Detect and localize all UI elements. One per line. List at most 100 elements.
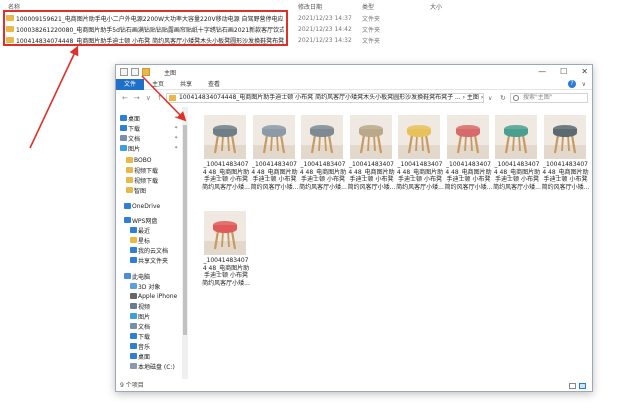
folder-icon [120,145,127,151]
maximize-button[interactable]: ☐ [560,67,567,76]
image-file-tile[interactable]: _100414834074 48_电商图片助手迪士顿 小布凳 简约风客厅小矮..… [493,115,541,205]
details-view-button[interactable] [569,383,576,389]
minimize-button[interactable]: — [538,67,546,76]
sidebar-item[interactable]: 3D 对象 [116,281,182,291]
close-button[interactable]: ✕ [581,67,588,76]
scrollbar-thumb[interactable] [183,125,187,335]
sidebar-item[interactable]: 文档 [116,321,182,331]
sidebar-item[interactable]: 此电脑 [116,271,182,281]
window-title: 主图 [164,70,177,77]
sidebar-item[interactable]: WPS网盘 [116,215,182,225]
image-thumbnail [204,211,246,255]
folder-icon [120,135,127,141]
new-folder-icon[interactable] [131,68,139,76]
image-thumbnail [252,115,295,159]
stool-icon [252,115,295,159]
column-date[interactable]: 修改日期 [298,2,322,11]
folder-icon [130,343,137,349]
sidebar-item-label: 下载 [138,333,151,341]
refresh-button[interactable]: ↻ [500,94,506,102]
address-dropdown-button[interactable]: ∨ [488,95,492,102]
sidebar-scrollbar[interactable] [182,107,188,379]
tab-view[interactable]: 查看 [200,79,228,90]
sidebar-item[interactable]: 共享文件夹 [116,255,182,265]
forward-button[interactable]: → [134,94,140,102]
sidebar-item-label: 我的云文档 [138,247,169,255]
sidebar-item[interactable]: 下载 ✦ [116,123,182,133]
sidebar-item[interactable]: 本地磁盘 (C:) [116,361,182,371]
sidebar-item[interactable]: 图片 ✦ [116,143,182,153]
tab-home[interactable]: 主页 [144,79,172,90]
file-name: _100414834074 48_电商图片助手迪士顿 小布凳 简约风客厅小矮..… [444,161,493,191]
ribbon-tabs: 文件 主页 共享 查看 ? ∨ [116,78,592,90]
sidebar-item[interactable]: 我的云文档 [116,245,182,255]
sidebar-item[interactable]: OneDrive [116,201,182,211]
pin-icon: ✦ [174,135,179,141]
image-file-tile[interactable]: _100414834074 48_电商图片助手迪士顿 小布凳 简约风客厅小矮..… [202,115,250,205]
sidebar-item-label: Apple iPhone [138,292,178,300]
image-file-tile[interactable]: _100414834074 48_电商图片助手迪士顿 小布凳 简约风客厅小矮..… [542,115,590,205]
image-thumbnail [349,115,392,159]
explorer-window: 主图 — ☐ ✕ 文件 主页 共享 查看 ? ∨ ← → ∨ ↑ 1004148… [115,64,593,392]
sidebar-item-label: 图片 [138,313,151,321]
stool-icon [204,115,246,159]
folder-icon [120,125,127,131]
properties-icon[interactable] [120,68,128,76]
sidebar-item[interactable]: 视频下载 [116,165,182,175]
image-file-tile[interactable]: _100414834074 48_电商图片助手迪士顿 小布凳 简约风客厅小矮..… [396,115,444,205]
sidebar-item-label: 下载 [128,125,141,133]
arrow-to-list [29,45,79,149]
image-thumbnail [495,115,537,159]
sidebar-item[interactable]: 桌面 [116,351,182,361]
sidebar-item[interactable]: Apple iPhone [116,291,182,301]
folder-icon [130,283,137,289]
search-input[interactable]: 搜索"主图" [510,93,588,103]
tab-file[interactable]: 文件 [116,78,145,90]
sidebar-item[interactable]: BOBO [116,155,182,165]
folder-icon [130,293,137,299]
sidebar-item[interactable]: 文档 ✦ [116,133,182,143]
sidebar-item[interactable]: 下载 [116,331,182,341]
address-bar[interactable]: 100414834074448_电商图片助手迪士顿 小布凳 简约风客厅小矮凳木头… [166,93,484,103]
folder-type: 文件夹 [362,15,381,23]
sidebar-item[interactable]: 图片 [116,311,182,321]
stool-icon [543,115,586,159]
tab-share[interactable]: 共享 [172,79,200,90]
image-thumbnail [446,115,489,159]
sidebar-item[interactable]: 星标 [116,235,182,245]
image-file-tile[interactable]: _100414834074 48_电商图片助手迪士顿 小布凳 简约风客厅小矮..… [348,115,396,205]
sidebar-item-label: 视频下载 [134,177,159,185]
sidebar-item[interactable]: 桌面 ✦ [116,113,182,123]
column-size[interactable]: 大小 [430,2,442,11]
sidebar-item-label: 3D 对象 [138,283,161,291]
sidebar-item[interactable]: 视频下载 [116,175,182,185]
pin-icon: ✦ [174,145,179,151]
sidebar-item[interactable]: 智图 [116,185,182,195]
folder-icon [130,227,137,233]
image-file-tile[interactable]: _100414834074 48_电商图片助手迪士顿 小布凳 简约风客厅小矮..… [445,115,493,205]
sidebar-item-label: 音乐 [138,343,151,351]
back-button[interactable]: ← [122,94,128,102]
image-thumbnail [204,115,246,159]
help-icon[interactable]: ? [568,80,576,88]
sidebar-item[interactable]: 视频 [116,301,182,311]
navigation-pane: 桌面 ✦ 下载 ✦ 文档 ✦ 图片 ✦ BOBO 视频下载 视频下载 智图 OneDrive WPS网盘最… [116,107,188,379]
image-file-tile[interactable]: _100414834074 48_电商图片助手迪士顿 小布凳 简约风客厅小矮..… [251,115,299,205]
sidebar-item-label: OneDrive [132,202,161,210]
column-type[interactable]: 类型 [362,2,374,11]
folder-icon [124,203,131,209]
recent-locations-button[interactable]: ∨ [146,94,151,102]
folder-type: 文件夹 [362,37,381,45]
thumbnail-view-button[interactable] [579,383,586,389]
expand-ribbon-button[interactable]: ∨ [582,81,586,88]
up-button[interactable]: ↑ [157,94,163,102]
stool-icon [446,115,489,159]
sidebar-item[interactable]: 最近 [116,225,182,235]
stool-icon [398,115,440,159]
folder-date: 2021/12/23 14:37 [298,14,352,22]
sidebar-item[interactable]: 音乐 [116,341,182,351]
title-bar[interactable]: 主图 — ☐ ✕ [116,65,592,79]
image-file-tile[interactable]: _100414834074 48_电商图片助手迪士顿 小布凳 简约风客厅小矮..… [202,211,250,301]
file-name: _100414834074 48_电商图片助手迪士顿 小布凳 简约风客厅小矮..… [347,161,396,191]
image-file-tile[interactable]: _100414834074 48_电商图片助手迪士顿 小布凳 简约风客厅小矮..… [299,115,347,205]
